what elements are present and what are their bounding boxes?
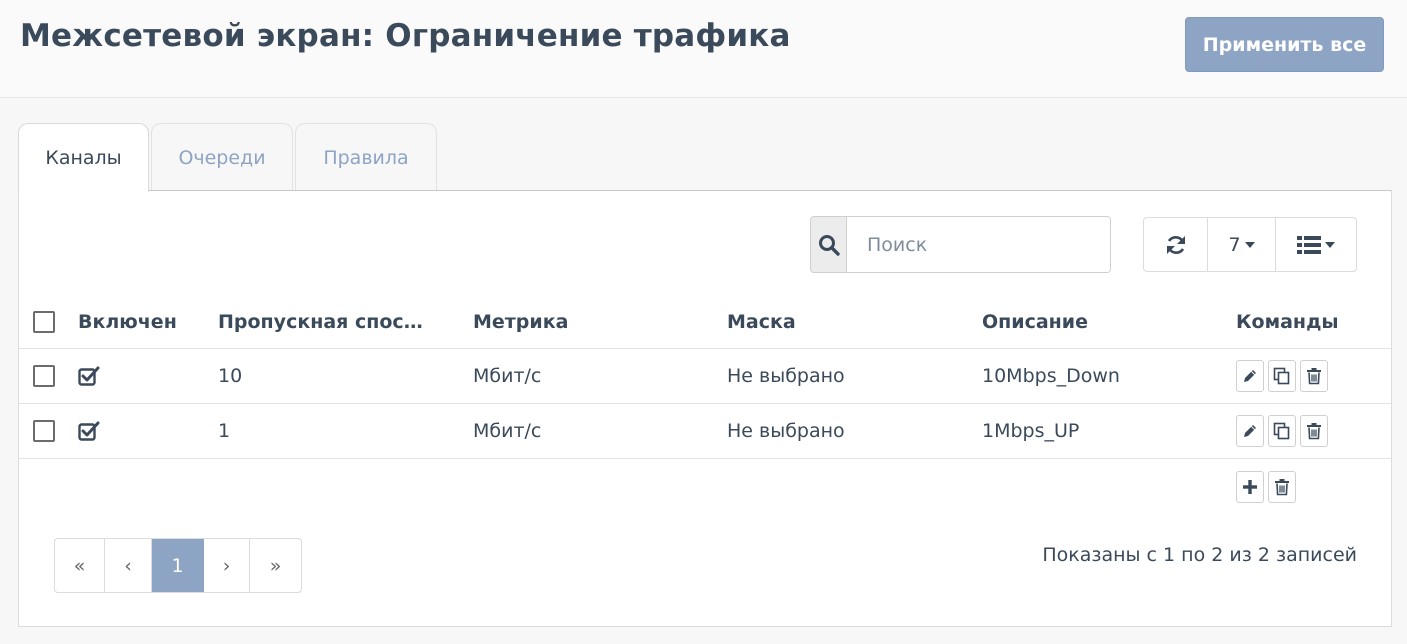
table-row[interactable]: 1 Мбит/с Не выбрано 1Mbps_UP xyxy=(19,404,1391,459)
page-size-dropdown[interactable]: 7 xyxy=(1208,218,1276,271)
grid-actions: 7 xyxy=(1143,217,1357,272)
refresh-button[interactable] xyxy=(1144,218,1208,271)
copy-icon xyxy=(1273,422,1290,440)
mask-value: Не выбрано xyxy=(727,420,845,442)
search-input[interactable] xyxy=(847,217,1110,272)
pencil-icon xyxy=(1244,425,1256,437)
chevron-down-icon xyxy=(1244,241,1255,248)
records-info: Показаны с 1 по 2 из 2 записей xyxy=(1042,544,1357,566)
copy-icon xyxy=(1273,367,1290,385)
tab-rules[interactable]: Правила xyxy=(295,123,437,191)
page-title: Межсетевой экран: Ограничение трафика xyxy=(20,18,791,54)
column-header-metric[interactable]: Метрика xyxy=(473,296,568,348)
delete-selected-button[interactable] xyxy=(1268,471,1296,503)
columns-dropdown[interactable] xyxy=(1276,218,1356,271)
description-value: 1Mbps_UP xyxy=(982,420,1080,442)
search-icon[interactable] xyxy=(811,217,847,272)
tab-queues[interactable]: Очереди xyxy=(151,123,293,191)
page-header: Межсетевой экран: Ограничение трафика Пр… xyxy=(0,0,1407,98)
edit-button[interactable] xyxy=(1236,415,1264,447)
page-next-button[interactable]: › xyxy=(204,539,250,592)
chevron-down-icon xyxy=(1325,241,1335,248)
delete-button[interactable] xyxy=(1300,415,1328,447)
column-header-commands: Команды xyxy=(1236,311,1339,333)
trash-icon xyxy=(1275,479,1289,496)
bandwidth-value: 1 xyxy=(218,420,231,442)
copy-button[interactable] xyxy=(1268,415,1296,447)
table-row[interactable]: 10 Мбит/с Не выбрано 10Mbps_Down xyxy=(19,349,1391,404)
bandwidth-value: 10 xyxy=(218,365,243,387)
description-value: 10Mbps_Down xyxy=(982,365,1120,387)
enabled-check-icon xyxy=(78,404,100,458)
delete-button[interactable] xyxy=(1300,360,1328,392)
mask-value: Не выбрано xyxy=(727,365,845,387)
page-current-button[interactable]: 1 xyxy=(152,539,204,592)
table-footer-commands xyxy=(1236,471,1300,503)
column-header-bandwidth[interactable]: Пропускная спос… xyxy=(218,296,423,348)
page-last-button[interactable]: » xyxy=(250,539,301,592)
add-button[interactable] xyxy=(1236,471,1264,503)
page-first-button[interactable]: « xyxy=(55,539,105,592)
page-prev-button[interactable]: ‹ xyxy=(105,539,152,592)
metric-value: Мбит/с xyxy=(473,420,542,442)
search-group xyxy=(810,216,1111,273)
row-select-checkbox[interactable] xyxy=(33,365,55,387)
column-header-mask[interactable]: Маска xyxy=(727,296,796,348)
tab-channels[interactable]: Каналы xyxy=(18,123,149,192)
enabled-check-icon xyxy=(78,349,100,403)
column-header-enabled[interactable]: Включен xyxy=(78,296,177,348)
page-size-value: 7 xyxy=(1228,233,1241,256)
trash-icon xyxy=(1307,423,1321,440)
apply-all-button[interactable]: Применить все xyxy=(1185,17,1384,72)
metric-value: Мбит/с xyxy=(473,365,542,387)
edit-button[interactable] xyxy=(1236,360,1264,392)
copy-button[interactable] xyxy=(1268,360,1296,392)
row-select-checkbox[interactable] xyxy=(33,420,55,442)
pagination: « ‹ 1 › » xyxy=(54,538,302,593)
select-all-checkbox[interactable] xyxy=(33,311,55,333)
table-header: Включен Пропускная спос… Метрика Маска О… xyxy=(19,296,1391,349)
column-header-description[interactable]: Описание xyxy=(982,296,1088,348)
plus-icon xyxy=(1243,480,1257,494)
trash-icon xyxy=(1307,368,1321,385)
list-columns-icon xyxy=(1297,235,1321,254)
channels-panel: 7 Включен Пропускная спос… Метрика Маска… xyxy=(18,190,1392,627)
refresh-icon xyxy=(1166,235,1185,254)
pencil-icon xyxy=(1244,370,1256,382)
